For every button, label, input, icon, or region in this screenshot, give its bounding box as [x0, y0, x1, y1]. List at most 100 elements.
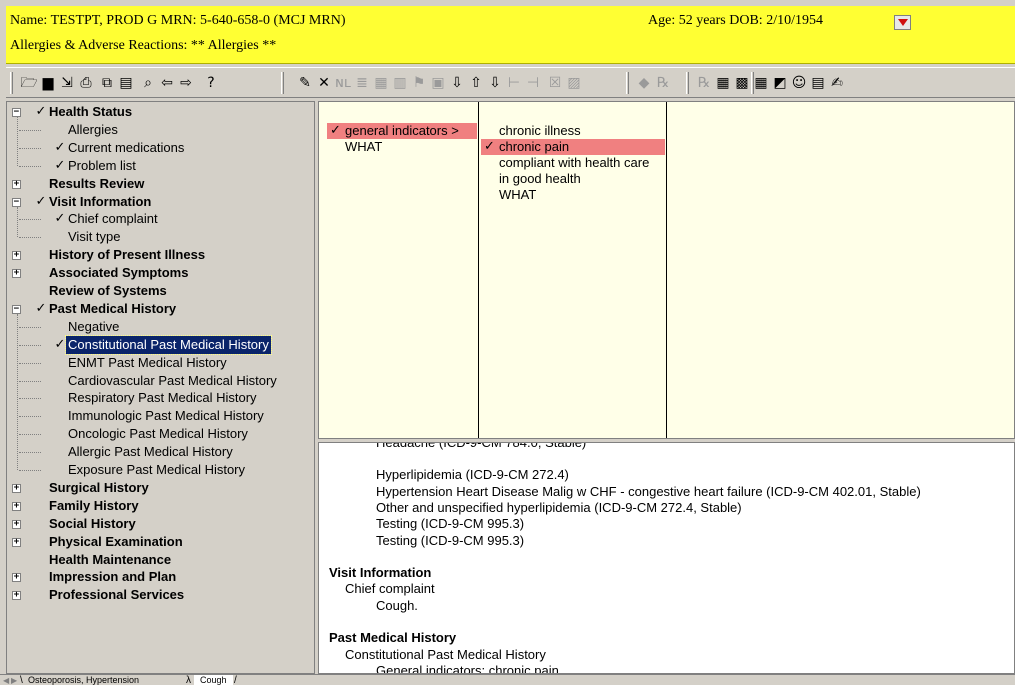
- tree-item[interactable]: + Surgical History: [7, 479, 312, 497]
- tab-cough[interactable]: Cough: [194, 675, 233, 685]
- tree-item-label: Cardiovascular Past Medical History: [68, 372, 277, 388]
- expand-icon[interactable]: +: [12, 269, 21, 279]
- tree-item[interactable]: + Associated Symptoms: [7, 264, 312, 282]
- tree-item[interactable]: − ✓ Past Medical History: [7, 300, 312, 318]
- book-icon[interactable]: ▣: [429, 74, 447, 92]
- picker-item-label: chronic pain: [499, 139, 570, 154]
- tree-item[interactable]: Negative: [7, 318, 312, 336]
- tree-item[interactable]: + Social History: [7, 515, 312, 533]
- erase-icon[interactable]: ▨: [565, 74, 583, 92]
- tree-item[interactable]: Allergic Past Medical History: [7, 443, 312, 461]
- save-icon[interactable]: ▆: [39, 74, 57, 92]
- rx-icon[interactable]: ℞: [695, 74, 713, 92]
- pen-icon[interactable]: ✍: [828, 74, 846, 92]
- tree-item[interactable]: + History of Present Illness: [7, 246, 312, 264]
- tree-item[interactable]: Cardiovascular Past Medical History: [7, 372, 312, 390]
- tree-item-label: Constitutional Past Medical History: [65, 334, 272, 355]
- expand-icon[interactable]: +: [12, 573, 21, 583]
- print-icon[interactable]: ⎙: [77, 74, 95, 92]
- collapse-icon[interactable]: −: [12, 197, 21, 207]
- note-preview[interactable]: Headache (ICD-9-CM 784.0, Stable) Hyperli…: [318, 442, 1015, 674]
- toolbar-grip[interactable]: [686, 72, 689, 94]
- tree-item[interactable]: Review of Systems: [7, 282, 312, 300]
- indent-icon[interactable]: ⊢: [505, 74, 523, 92]
- tree-item[interactable]: ✓ Chief complaint: [7, 210, 312, 228]
- picker-item[interactable]: ✓ general indicators >: [327, 123, 477, 139]
- tab-osteoporosis-hypertension[interactable]: Osteoporosis, Hypertension: [22, 675, 145, 685]
- toolbar-grip[interactable]: [281, 72, 284, 94]
- expand-icon[interactable]: +: [12, 537, 21, 547]
- cube-icon[interactable]: ▩: [733, 74, 751, 92]
- form-icon[interactable]: ▥: [391, 74, 409, 92]
- tree-item[interactable]: Visit type: [7, 228, 312, 246]
- note-section-heading: Visit Information: [329, 565, 432, 581]
- rx-edit-icon[interactable]: ℞: [654, 74, 672, 92]
- diamond-icon[interactable]: ◆: [635, 74, 653, 92]
- tree-item[interactable]: Allergies: [7, 121, 312, 139]
- picker-item-label: in good health: [499, 171, 581, 186]
- expand-icon[interactable]: +: [12, 179, 21, 189]
- table-icon[interactable]: ▤: [809, 74, 827, 92]
- picker-item[interactable]: in good health: [481, 171, 665, 187]
- normal-nl-icon[interactable]: ɴʟ: [334, 74, 352, 92]
- expand-icon[interactable]: +: [12, 519, 21, 529]
- find-icon[interactable]: ⌕: [139, 74, 157, 92]
- tree-item[interactable]: ✓ Constitutional Past Medical History: [7, 334, 312, 355]
- import-icon[interactable]: ⇩: [448, 74, 466, 92]
- picker-item[interactable]: ✓ chronic pain: [481, 139, 665, 155]
- delete-x-icon[interactable]: ✕: [315, 74, 333, 92]
- toolbar-grip[interactable]: [626, 72, 629, 94]
- tree-item[interactable]: + Physical Examination: [7, 533, 312, 551]
- collapse-icon[interactable]: −: [12, 304, 21, 314]
- move-down-icon[interactable]: ⇩: [486, 74, 504, 92]
- flag-icon[interactable]: ⚑: [410, 74, 428, 92]
- tree-item-label: Physical Examination: [49, 533, 183, 549]
- open-folder-icon[interactable]: 🗁: [20, 74, 38, 92]
- picker-item[interactable]: WHAT: [327, 139, 477, 155]
- forward-arrow-icon[interactable]: ⇨: [177, 74, 195, 92]
- calculator-icon[interactable]: ▦: [714, 74, 732, 92]
- tree-item[interactable]: ENMT Past Medical History: [7, 354, 312, 372]
- tree-item[interactable]: + Results Review: [7, 175, 312, 193]
- picker-item[interactable]: chronic illness: [481, 123, 665, 139]
- help-icon[interactable]: ?: [202, 74, 220, 92]
- chart-icon[interactable]: ◩: [771, 74, 789, 92]
- clear-pen-icon[interactable]: ✎: [296, 74, 314, 92]
- expand-icon[interactable]: +: [12, 251, 21, 261]
- tree-item[interactable]: + Impression and Plan: [7, 568, 312, 586]
- text-icon[interactable]: ≣: [353, 74, 371, 92]
- picker-item[interactable]: WHAT: [481, 187, 665, 203]
- copy-icon[interactable]: ⧉: [98, 74, 116, 92]
- tree-item[interactable]: Immunologic Past Medical History: [7, 407, 312, 425]
- move-up-icon[interactable]: ⇧: [467, 74, 485, 92]
- tree-item[interactable]: ✓ Problem list: [7, 157, 312, 175]
- outdent-icon[interactable]: ⊣: [524, 74, 542, 92]
- template-icon[interactable]: ▦: [372, 74, 390, 92]
- tree-item[interactable]: Oncologic Past Medical History: [7, 425, 312, 443]
- expand-icon[interactable]: +: [12, 591, 21, 601]
- checkmark-icon: ✓: [484, 139, 495, 154]
- tree-item[interactable]: Health Maintenance: [7, 551, 312, 569]
- tree-item[interactable]: + Professional Services: [7, 586, 312, 604]
- tab-scroll-last-icon[interactable]: ▶: [11, 676, 17, 685]
- export-icon[interactable]: ⇲: [58, 74, 76, 92]
- checkbox-icon[interactable]: ☒: [546, 74, 564, 92]
- tree-item[interactable]: + Family History: [7, 497, 312, 515]
- back-arrow-icon[interactable]: ⇦: [158, 74, 176, 92]
- collapse-icon[interactable]: −: [12, 108, 21, 117]
- note-line: Constitutional Past Medical History: [345, 646, 546, 662]
- people-icon[interactable]: ☺: [790, 74, 808, 92]
- tree-item[interactable]: Exposure Past Medical History: [7, 461, 312, 479]
- expand-icon[interactable]: +: [12, 483, 21, 493]
- paste-icon[interactable]: ▤: [117, 74, 135, 92]
- tree-item[interactable]: − ✓ Health Status: [7, 103, 312, 121]
- patient-dropdown-button[interactable]: [894, 15, 911, 30]
- tab-scroll-first-icon[interactable]: ◀: [3, 676, 9, 685]
- tree-item[interactable]: ✓ Current medications: [7, 139, 312, 157]
- toolbar-grip[interactable]: [10, 72, 13, 94]
- grid-icon[interactable]: ▦: [752, 74, 770, 92]
- tree-item[interactable]: Respiratory Past Medical History: [7, 389, 312, 407]
- picker-item[interactable]: compliant with health care: [481, 155, 665, 171]
- expand-icon[interactable]: +: [12, 501, 21, 511]
- tree-item[interactable]: − ✓ Visit Information: [7, 193, 312, 211]
